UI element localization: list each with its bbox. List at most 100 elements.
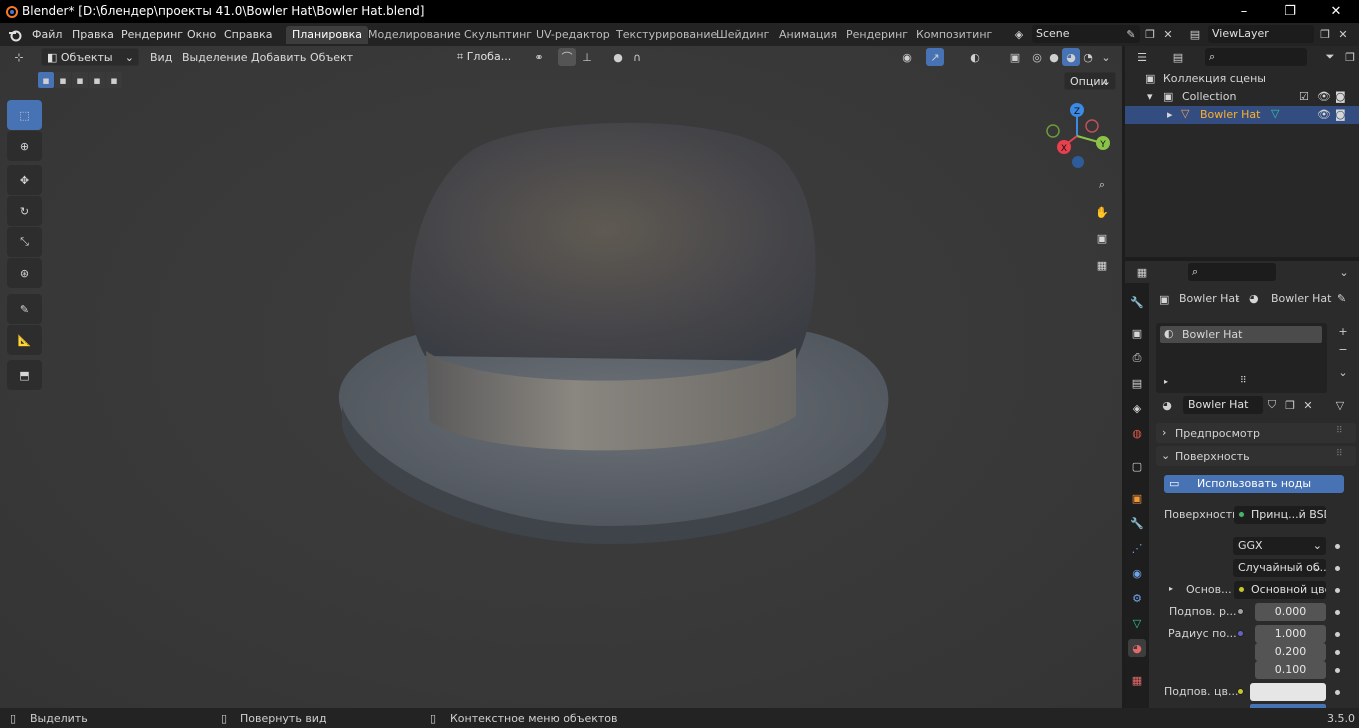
3d-viewport[interactable]: ⊹ ◧ Объекты ⌄ Вид Выделение Добавить Объе…	[0, 46, 1122, 708]
select-extend-icon[interactable]: ▪	[55, 72, 71, 88]
output-tab-icon[interactable]: ⎙	[1128, 349, 1146, 367]
surface-panel-header[interactable]: ⌄ Поверхность ⠿	[1156, 446, 1356, 466]
fake-user-shield-icon[interactable]: ⛉	[1263, 396, 1281, 414]
annotate-tool[interactable]: ✎	[7, 294, 42, 324]
select-invert-icon[interactable]: ▪	[89, 72, 105, 88]
menu-file[interactable]: Файл	[32, 28, 62, 41]
render-tab-icon[interactable]: ▣	[1128, 324, 1146, 342]
subsurface-color-swatch[interactable]	[1250, 683, 1326, 701]
particles-tab-icon[interactable]: ⋰	[1128, 539, 1146, 557]
tab-compositing[interactable]: Композитинг	[910, 26, 998, 44]
snap-target-icon[interactable]: ⊥	[578, 48, 596, 66]
zoom-icon[interactable]: ⌕	[1090, 173, 1114, 197]
add-slot-icon[interactable]: +	[1334, 322, 1352, 340]
outliner-search-input[interactable]: ⌕	[1205, 48, 1307, 66]
expand-arrow-icon[interactable]: ▸	[1167, 108, 1173, 121]
material-name-field[interactable]: Bowler Hat	[1183, 396, 1263, 414]
subsurface-method-dropdown[interactable]: Случайный об... ⌄	[1233, 559, 1326, 577]
duplicate-material-icon[interactable]: ❐	[1281, 396, 1299, 414]
shading-options-icon[interactable]: ⌄	[1097, 48, 1115, 66]
tab-modeling[interactable]: Моделирование	[362, 26, 467, 44]
eye-icon[interactable]: 👁	[1317, 108, 1331, 121]
expand-arrow-icon[interactable]: ▸	[1164, 377, 1168, 386]
subsurface-value-field[interactable]: 0.000	[1255, 603, 1326, 621]
rotate-tool[interactable]: ↻	[7, 196, 42, 226]
material-tab-icon[interactable]: ◕	[1128, 639, 1146, 657]
navigation-gizmo[interactable]: Z Y X	[1040, 101, 1115, 171]
wireframe-shading-icon[interactable]: ◎	[1028, 48, 1046, 66]
pin-icon[interactable]: ✎	[1122, 25, 1140, 43]
minimize-button[interactable]: –	[1221, 0, 1267, 23]
object-tab-icon[interactable]: ▣	[1128, 489, 1146, 507]
overlays-icon[interactable]: ◐	[966, 48, 984, 66]
menu-help[interactable]: Справка	[224, 28, 272, 41]
select-subtract-icon[interactable]: ▪	[72, 72, 88, 88]
new-scene-icon[interactable]: ❐	[1141, 25, 1159, 43]
remove-slot-icon[interactable]: −	[1334, 340, 1352, 358]
checkbox-icon[interactable]: ☑	[1299, 90, 1309, 103]
bowler-hat-model[interactable]	[330, 116, 900, 566]
float-socket-icon[interactable]	[1237, 608, 1244, 615]
mode-dropdown[interactable]: ◧ Объекты ⌄	[41, 48, 139, 66]
world-tab-icon[interactable]: ◍	[1128, 424, 1146, 442]
move-tool[interactable]: ✥	[7, 165, 42, 195]
view-layer-tab-icon[interactable]: ▤	[1128, 374, 1146, 392]
tab-uv-editing[interactable]: UV-редактор	[530, 26, 616, 44]
expand-arrow-icon[interactable]: ▸	[1169, 584, 1173, 593]
properties-search-input[interactable]: ⌕	[1188, 263, 1276, 281]
blender-menu-icon[interactable]	[8, 28, 22, 42]
menu-select[interactable]: Выделение	[182, 51, 248, 64]
view-layer-icon[interactable]: ▤	[1186, 25, 1204, 43]
render-camera-icon[interactable]: ◙	[1335, 108, 1346, 121]
tab-texture-paint[interactable]: Текстурирование	[610, 26, 723, 44]
chevron-down-icon[interactable]: ⌄	[1335, 263, 1353, 281]
delete-scene-icon[interactable]: ✕	[1159, 25, 1177, 43]
maximize-button[interactable]: ❐	[1267, 0, 1313, 23]
base-color-link-field[interactable]: Основной цвет	[1234, 581, 1326, 599]
resize-handle-icon[interactable]: ⠿	[1240, 376, 1247, 386]
proportional-edit-icon[interactable]: ●	[609, 48, 627, 66]
outliner-object-row[interactable]: ▸ ▽ Bowler Hat ▽ 👁 ◙	[1125, 106, 1359, 124]
menu-add[interactable]: Добавить	[251, 51, 306, 64]
browse-material-icon[interactable]: ◕	[1158, 396, 1176, 414]
menu-window[interactable]: Окно	[187, 28, 216, 41]
snap-icon[interactable]: ⌒	[558, 48, 576, 66]
pan-hand-icon[interactable]: ✋	[1090, 200, 1114, 224]
scene-tab-icon[interactable]: ◈	[1128, 399, 1146, 417]
outliner-editor-icon[interactable]: ☰	[1133, 48, 1151, 66]
keyframe-dot-icon[interactable]	[1335, 610, 1340, 615]
keyframe-dot-icon[interactable]	[1335, 650, 1340, 655]
radius-y-field[interactable]: 0.200	[1255, 643, 1326, 661]
preview-panel-header[interactable]: › Предпросмотр ⠿	[1156, 423, 1356, 443]
transform-orientation-dropdown[interactable]: ⌗ Глоба...	[452, 48, 524, 66]
visibility-icon[interactable]: ◉	[898, 48, 916, 66]
outliner-scene-collection-row[interactable]: ▣ Коллекция сцены	[1125, 70, 1359, 88]
use-nodes-button[interactable]: ▭ Использовать ноды	[1164, 475, 1344, 493]
keyframe-dot-icon[interactable]	[1335, 632, 1340, 637]
delete-view-layer-icon[interactable]: ✕	[1334, 25, 1352, 43]
camera-icon[interactable]: ▣	[1090, 226, 1114, 250]
view-layer-field[interactable]: ViewLayer	[1208, 25, 1314, 43]
menu-object[interactable]: Объект	[310, 51, 353, 64]
add-cube-tool[interactable]: ⬒	[7, 360, 42, 390]
menu-edit[interactable]: Правка	[72, 28, 114, 41]
display-mode-icon[interactable]: ▤	[1169, 48, 1187, 66]
eye-icon[interactable]: 👁	[1317, 90, 1331, 103]
render-camera-icon[interactable]: ◙	[1335, 90, 1346, 103]
color-socket-icon[interactable]	[1237, 688, 1244, 695]
editor-type-icon[interactable]: ⊹	[10, 48, 28, 66]
gizmo-toggle-icon[interactable]: ↗	[926, 48, 944, 66]
radius-z-field[interactable]: 0.100	[1255, 661, 1326, 679]
tab-layout[interactable]: Планировка	[286, 26, 368, 44]
chevron-down-icon[interactable]: ⌄	[1334, 363, 1352, 381]
vector-socket-icon[interactable]	[1237, 630, 1244, 637]
tool-tab-icon[interactable]: 🔧	[1128, 293, 1146, 311]
select-box-tool[interactable]: ⬚	[7, 100, 42, 130]
expand-arrow-icon[interactable]: ▾	[1147, 90, 1153, 103]
xray-icon[interactable]: ▣	[1006, 48, 1024, 66]
modifier-tab-icon[interactable]: 🔧	[1128, 514, 1146, 532]
slot-link-icon[interactable]: ▽	[1331, 396, 1349, 414]
keyframe-dot-icon[interactable]	[1335, 588, 1340, 593]
data-tab-icon[interactable]: ▽	[1128, 614, 1146, 632]
collection-tab-icon[interactable]: ▢	[1128, 457, 1146, 475]
